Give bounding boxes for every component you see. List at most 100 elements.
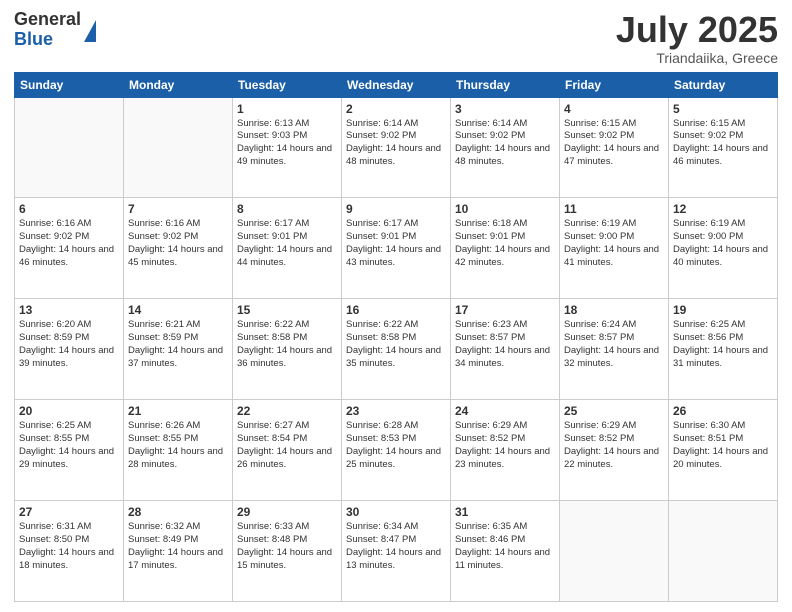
location: Triandaiika, Greece <box>616 50 778 66</box>
day-number: 4 <box>564 102 664 116</box>
day-info: Sunrise: 6:23 AMSunset: 8:57 PMDaylight:… <box>455 319 555 370</box>
day-number: 25 <box>564 404 664 418</box>
day-info: Sunrise: 6:31 AMSunset: 8:50 PMDaylight:… <box>19 521 119 572</box>
day-number: 5 <box>673 102 773 116</box>
calendar-cell: 5 Sunrise: 6:15 AMSunset: 9:02 PMDaylight… <box>669 97 778 198</box>
day-number: 20 <box>19 404 119 418</box>
day-number: 7 <box>128 202 228 216</box>
day-number: 22 <box>237 404 337 418</box>
weekday-header: Saturday <box>669 72 778 97</box>
day-info: Sunrise: 6:14 AMSunset: 9:02 PMDaylight:… <box>346 118 446 169</box>
header: General Blue July 2025 Triandaiika, Gree… <box>14 10 778 66</box>
day-number: 27 <box>19 505 119 519</box>
calendar-cell: 15Sunrise: 6:22 AMSunset: 8:58 PMDayligh… <box>233 299 342 400</box>
day-info: Sunrise: 6:13 AMSunset: 9:03 PMDaylight:… <box>237 118 337 169</box>
day-info: Sunrise: 6:16 AMSunset: 9:02 PMDaylight:… <box>19 218 119 269</box>
calendar-cell: 27 Sunrise: 6:31 AMSunset: 8:50 PMDayligh… <box>15 501 124 602</box>
calendar-cell: 18Sunrise: 6:24 AMSunset: 8:57 PMDayligh… <box>560 299 669 400</box>
day-number: 30 <box>346 505 446 519</box>
weekday-header: Monday <box>124 72 233 97</box>
day-number: 16 <box>346 303 446 317</box>
calendar-cell: 25Sunrise: 6:29 AMSunset: 8:52 PMDayligh… <box>560 400 669 501</box>
calendar-cell: 1 Sunrise: 6:13 AMSunset: 9:03 PMDaylight… <box>233 97 342 198</box>
logo-general: General <box>14 10 81 30</box>
calendar-cell: 22 Sunrise: 6:27 AMSunset: 8:54 PMDayligh… <box>233 400 342 501</box>
calendar-cell: 10 Sunrise: 6:18 AMSunset: 9:01 PMDayligh… <box>451 198 560 299</box>
day-number: 13 <box>19 303 119 317</box>
day-number: 21 <box>128 404 228 418</box>
calendar-cell: 21 Sunrise: 6:26 AMSunset: 8:55 PMDayligh… <box>124 400 233 501</box>
day-info: Sunrise: 6:15 AMSunset: 9:02 PMDaylight:… <box>564 118 664 169</box>
logo: General Blue <box>14 10 96 50</box>
calendar: SundayMondayTuesdayWednesdayThursdayFrid… <box>14 72 778 602</box>
title-block: July 2025 Triandaiika, Greece <box>616 10 778 66</box>
day-info: Sunrise: 6:20 AMSunset: 8:59 PMDaylight:… <box>19 319 119 370</box>
day-number: 28 <box>128 505 228 519</box>
calendar-cell: 9 Sunrise: 6:17 AMSunset: 9:01 PMDaylight… <box>342 198 451 299</box>
day-number: 31 <box>455 505 555 519</box>
weekday-header: Sunday <box>15 72 124 97</box>
page: General Blue July 2025 Triandaiika, Gree… <box>0 0 792 612</box>
day-number: 10 <box>455 202 555 216</box>
day-number: 14 <box>128 303 228 317</box>
day-number: 1 <box>237 102 337 116</box>
day-info: Sunrise: 6:15 AMSunset: 9:02 PMDaylight:… <box>673 118 773 169</box>
calendar-cell: 24 Sunrise: 6:29 AMSunset: 8:52 PMDayligh… <box>451 400 560 501</box>
day-info: Sunrise: 6:29 AMSunset: 8:52 PMDaylight:… <box>455 420 555 471</box>
day-info: Sunrise: 6:18 AMSunset: 9:01 PMDaylight:… <box>455 218 555 269</box>
day-info: Sunrise: 6:21 AMSunset: 8:59 PMDaylight:… <box>128 319 228 370</box>
day-info: Sunrise: 6:22 AMSunset: 8:58 PMDaylight:… <box>346 319 446 370</box>
day-info: Sunrise: 6:34 AMSunset: 8:47 PMDaylight:… <box>346 521 446 572</box>
calendar-cell: 7 Sunrise: 6:16 AMSunset: 9:02 PMDaylight… <box>124 198 233 299</box>
day-number: 8 <box>237 202 337 216</box>
logo-triangle-icon <box>84 20 96 42</box>
calendar-cell: 26Sunrise: 6:30 AMSunset: 8:51 PMDayligh… <box>669 400 778 501</box>
day-number: 2 <box>346 102 446 116</box>
day-info: Sunrise: 6:17 AMSunset: 9:01 PMDaylight:… <box>346 218 446 269</box>
day-info: Sunrise: 6:24 AMSunset: 8:57 PMDaylight:… <box>564 319 664 370</box>
day-info: Sunrise: 6:16 AMSunset: 9:02 PMDaylight:… <box>128 218 228 269</box>
day-number: 17 <box>455 303 555 317</box>
weekday-header: Tuesday <box>233 72 342 97</box>
calendar-cell: 11 Sunrise: 6:19 AMSunset: 9:00 PMDayligh… <box>560 198 669 299</box>
day-info: Sunrise: 6:32 AMSunset: 8:49 PMDaylight:… <box>128 521 228 572</box>
calendar-cell: 29 Sunrise: 6:33 AMSunset: 8:48 PMDayligh… <box>233 501 342 602</box>
day-number: 9 <box>346 202 446 216</box>
calendar-cell: 14 Sunrise: 6:21 AMSunset: 8:59 PMDayligh… <box>124 299 233 400</box>
weekday-header: Wednesday <box>342 72 451 97</box>
calendar-cell: 6 Sunrise: 6:16 AMSunset: 9:02 PMDaylight… <box>15 198 124 299</box>
day-info: Sunrise: 6:14 AMSunset: 9:02 PMDaylight:… <box>455 118 555 169</box>
day-number: 24 <box>455 404 555 418</box>
calendar-cell <box>124 97 233 198</box>
calendar-cell <box>15 97 124 198</box>
weekday-header: Thursday <box>451 72 560 97</box>
day-info: Sunrise: 6:25 AMSunset: 8:56 PMDaylight:… <box>673 319 773 370</box>
day-info: Sunrise: 6:22 AMSunset: 8:58 PMDaylight:… <box>237 319 337 370</box>
day-info: Sunrise: 6:27 AMSunset: 8:54 PMDaylight:… <box>237 420 337 471</box>
calendar-cell <box>669 501 778 602</box>
logo-blue: Blue <box>14 30 81 50</box>
calendar-cell: 28 Sunrise: 6:32 AMSunset: 8:49 PMDayligh… <box>124 501 233 602</box>
day-number: 29 <box>237 505 337 519</box>
logo-text: General Blue <box>14 10 81 50</box>
day-info: Sunrise: 6:17 AMSunset: 9:01 PMDaylight:… <box>237 218 337 269</box>
day-number: 19 <box>673 303 773 317</box>
calendar-cell <box>560 501 669 602</box>
calendar-cell: 19 Sunrise: 6:25 AMSunset: 8:56 PMDayligh… <box>669 299 778 400</box>
day-number: 12 <box>673 202 773 216</box>
calendar-cell: 3Sunrise: 6:14 AMSunset: 9:02 PMDaylight… <box>451 97 560 198</box>
calendar-cell: 2 Sunrise: 6:14 AMSunset: 9:02 PMDaylight… <box>342 97 451 198</box>
day-number: 11 <box>564 202 664 216</box>
day-number: 6 <box>19 202 119 216</box>
calendar-cell: 20Sunrise: 6:25 AMSunset: 8:55 PMDayligh… <box>15 400 124 501</box>
day-info: Sunrise: 6:19 AMSunset: 9:00 PMDaylight:… <box>673 218 773 269</box>
calendar-cell: 13 Sunrise: 6:20 AMSunset: 8:59 PMDayligh… <box>15 299 124 400</box>
day-number: 23 <box>346 404 446 418</box>
day-number: 26 <box>673 404 773 418</box>
day-info: Sunrise: 6:28 AMSunset: 8:53 PMDaylight:… <box>346 420 446 471</box>
day-info: Sunrise: 6:19 AMSunset: 9:00 PMDaylight:… <box>564 218 664 269</box>
day-info: Sunrise: 6:33 AMSunset: 8:48 PMDaylight:… <box>237 521 337 572</box>
day-info: Sunrise: 6:26 AMSunset: 8:55 PMDaylight:… <box>128 420 228 471</box>
calendar-cell: 16 Sunrise: 6:22 AMSunset: 8:58 PMDayligh… <box>342 299 451 400</box>
calendar-cell: 31Sunrise: 6:35 AMSunset: 8:46 PMDayligh… <box>451 501 560 602</box>
